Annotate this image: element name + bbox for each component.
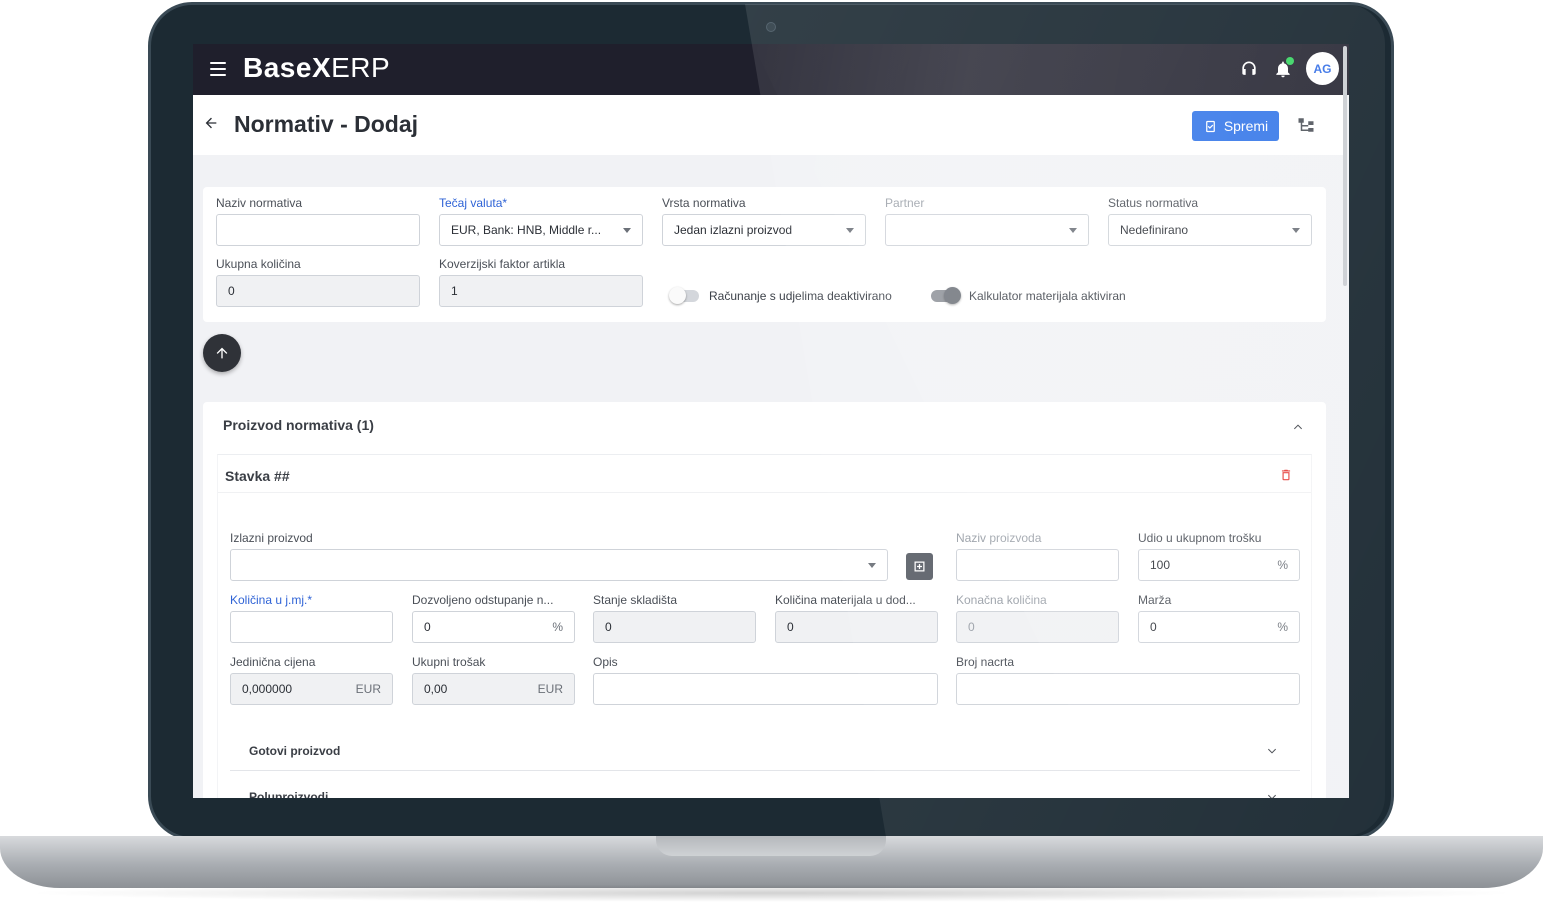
avatar[interactable]: AG xyxy=(1306,52,1339,85)
camera-dot xyxy=(766,22,776,32)
ukupna-kolicina-input: 0 xyxy=(216,275,420,307)
odstupanje-field: Dozvoljeno odstupanje n... 0% xyxy=(412,593,575,643)
ukupni-trosak-input: 0,00 EUR xyxy=(412,673,575,705)
udio-input[interactable]: 100% xyxy=(1138,549,1300,581)
section-title: Proizvod normativa (1) xyxy=(223,417,374,433)
app-logo[interactable]: BaseXERP xyxy=(243,52,390,84)
chevron-down-icon xyxy=(1266,745,1278,760)
arrow-back-icon[interactable] xyxy=(203,115,219,136)
hierarchy-icon[interactable] xyxy=(1297,116,1315,139)
kolicina-field: Količina u j.mj.* xyxy=(230,593,393,643)
naziv-proizvoda-field: Naziv proizvoda xyxy=(956,531,1119,581)
chevron-down-icon xyxy=(1266,791,1278,798)
chevron-down-icon xyxy=(1292,227,1300,233)
chevron-down-icon xyxy=(1069,227,1077,233)
stavka-item: Stavka ## Izlazni proizvod Naziv proizvo… xyxy=(217,454,1312,798)
chevron-down-icon xyxy=(868,562,876,568)
udio-field: Udio u ukupnom trošku 100% xyxy=(1138,531,1300,581)
vrsta-normativa-field: Vrsta normativa Jedan izlazni proizvod xyxy=(662,196,866,246)
naziv-normativa-field: Naziv normativa xyxy=(216,196,420,246)
kalkulator-toggle-row[interactable]: Kalkulator materijala aktiviran xyxy=(931,287,1126,304)
top-bar: BaseXERP AG xyxy=(193,44,1349,95)
plus-box-icon xyxy=(914,561,925,572)
trash-icon[interactable] xyxy=(1279,467,1293,488)
gotovi-proizvod-expander[interactable]: Gotovi proizvod xyxy=(230,731,1300,771)
notification-dot xyxy=(1286,56,1294,65)
save-icon xyxy=(1205,120,1215,132)
udjeli-toggle-row[interactable]: Računanje s udjelima deaktivirano xyxy=(669,287,892,304)
status-normativa-field: Status normativa Nedefinirano xyxy=(1108,196,1312,246)
partner-select[interactable] xyxy=(885,214,1089,246)
naziv-normativa-input[interactable] xyxy=(216,214,420,246)
broj-nacrta-input[interactable] xyxy=(956,673,1300,705)
opis-input[interactable] xyxy=(593,673,938,705)
save-button[interactable]: Spremi xyxy=(1192,111,1279,141)
kolicina-materijala-input: 0 xyxy=(775,611,938,643)
ukupna-kolicina-field: Ukupna količina 0 xyxy=(216,257,420,307)
konacna-kolicina-input: 0 xyxy=(956,611,1119,643)
page-title: Normativ - Dodaj xyxy=(234,111,419,137)
naziv-proizvoda-input[interactable] xyxy=(956,549,1119,581)
scrollbar[interactable] xyxy=(1343,46,1347,286)
partner-field: Partner xyxy=(885,196,1089,246)
status-normativa-select[interactable]: Nedefinirano xyxy=(1108,214,1312,246)
odstupanje-input[interactable]: 0% xyxy=(412,611,575,643)
headset-icon[interactable] xyxy=(1238,58,1260,80)
chevron-up-icon[interactable] xyxy=(1292,420,1304,438)
poluproizvodi-expander[interactable]: Poluproizvodi xyxy=(230,777,1300,798)
ukupni-trosak-field: Ukupni trošak 0,00 EUR xyxy=(412,655,575,705)
chevron-down-icon xyxy=(623,227,631,233)
app-screen: BaseXERP AG Normativ - Dodaj Spremi Nazi… xyxy=(193,44,1349,798)
izlazni-proizvod-field: Izlazni proizvod xyxy=(230,531,888,581)
scroll-up-button[interactable] xyxy=(203,334,241,372)
marza-input[interactable]: 0% xyxy=(1138,611,1300,643)
proizvod-normativa-section: Proizvod normativa (1) Stavka ## Izlazni… xyxy=(203,402,1326,798)
normativ-form: Naziv normativa Tečaj valuta* EUR, Bank:… xyxy=(203,187,1326,322)
vrsta-normativa-select[interactable]: Jedan izlazni proizvod xyxy=(662,214,866,246)
tecaj-valuta-field: Tečaj valuta* EUR, Bank: HNB, Middle r..… xyxy=(439,196,643,246)
udjeli-toggle[interactable] xyxy=(669,287,699,304)
kalkulator-toggle[interactable] xyxy=(931,287,961,304)
faktor-artikla-field: Koverzijski faktor artikla 1 xyxy=(439,257,643,307)
faktor-artikla-input: 1 xyxy=(439,275,643,307)
bell-icon[interactable] xyxy=(1272,56,1294,80)
opis-field: Opis xyxy=(593,655,938,705)
broj-nacrta-field: Broj nacrta xyxy=(956,655,1300,705)
jedinicna-cijena-field: Jedinična cijena 0,000000 EUR xyxy=(230,655,393,705)
marza-field: Marža 0% xyxy=(1138,593,1300,643)
stanje-skladista-field: Stanje skladišta 0 xyxy=(593,593,756,643)
kolicina-materijala-field: Količina materijala u dod... 0 xyxy=(775,593,938,643)
konacna-kolicina-field: Konačna količina 0 xyxy=(956,593,1119,643)
stavka-title: Stavka ## xyxy=(225,468,290,484)
page-header: Normativ - Dodaj Spremi xyxy=(193,95,1343,155)
add-product-button[interactable] xyxy=(906,553,933,580)
kolicina-input[interactable] xyxy=(230,611,393,643)
stanje-skladista-input: 0 xyxy=(593,611,756,643)
tecaj-valuta-select[interactable]: EUR, Bank: HNB, Middle r... xyxy=(439,214,643,246)
chevron-down-icon xyxy=(846,227,854,233)
izlazni-proizvod-select[interactable] xyxy=(230,549,888,581)
jedinicna-cijena-input: 0,000000 EUR xyxy=(230,673,393,705)
menu-icon[interactable] xyxy=(210,62,226,76)
arrow-up-icon xyxy=(216,347,228,359)
laptop-notch xyxy=(656,836,886,856)
save-button-label: Spremi xyxy=(1223,118,1269,134)
